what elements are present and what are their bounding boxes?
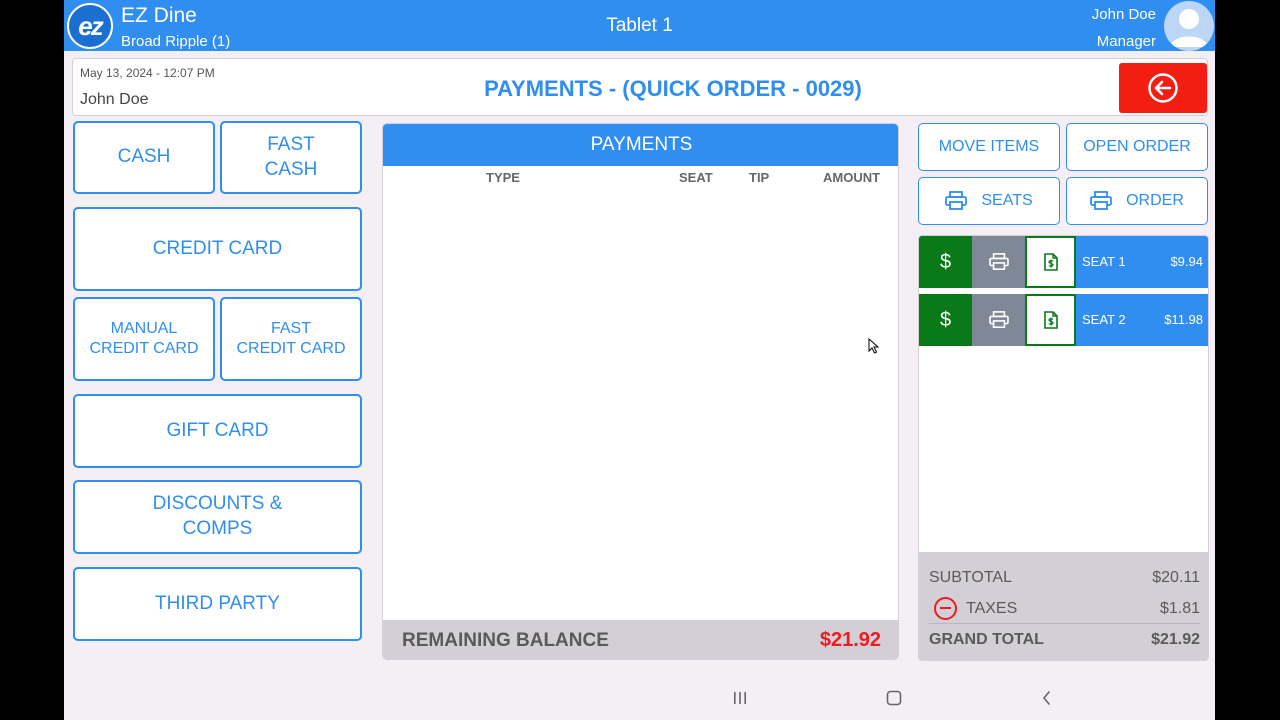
pay-seat-button[interactable]: $ xyxy=(919,294,972,346)
grand-total-label: GRAND TOTAL xyxy=(929,631,1044,648)
column-tip: TIP xyxy=(749,170,770,185)
print-order-label: ORDER xyxy=(1126,192,1184,209)
printer-icon xyxy=(945,191,968,210)
seat-amount: $11.98 xyxy=(1164,312,1203,327)
seats-panel: $ SEAT 1 $9.94 $ SEAT 2 $11.98 SUBTOTAL … xyxy=(918,235,1209,661)
column-amount: AMOUNT xyxy=(823,170,881,185)
remove-taxes-icon[interactable] xyxy=(934,597,957,620)
recents-icon xyxy=(734,692,746,704)
open-order-button[interactable]: OPEN ORDER xyxy=(1066,123,1208,171)
move-items-label: MOVE ITEMS xyxy=(938,138,1040,155)
manual-credit-card-button[interactable]: MANUAL CREDIT CARD xyxy=(73,297,215,381)
open-order-label: OPEN ORDER xyxy=(1083,138,1191,155)
seat-row[interactable]: $ SEAT 2 $11.98 xyxy=(919,294,1208,346)
order-header: May 13, 2024 - 12:07 PM John Doe PAYMENT… xyxy=(72,58,1208,116)
pos-screen: ez EZ Dine Broad Ripple (1) Tablet 1 Joh… xyxy=(64,0,1215,720)
discounts-comps-button[interactable]: DISCOUNTS & COMPS xyxy=(73,480,362,554)
move-items-button[interactable]: MOVE ITEMS xyxy=(918,123,1060,171)
remaining-balance-bar: REMAINING BALANCE $21.92 xyxy=(383,620,898,659)
gift-card-button[interactable]: GIFT CARD xyxy=(73,394,362,468)
payments-panel-title: PAYMENTS xyxy=(383,124,898,166)
seat-row[interactable]: $ SEAT 1 $9.94 xyxy=(919,236,1208,288)
fast-cash-button[interactable]: FAST CASH xyxy=(220,121,362,194)
nav-back-button[interactable] xyxy=(1017,676,1077,720)
pay-seat-button[interactable]: $ xyxy=(919,236,972,288)
payments-panel: PAYMENTS TYPE SEAT TIP AMOUNT REMAINING … xyxy=(382,123,899,660)
nav-back-icon xyxy=(1043,691,1050,705)
receipt-dollar-icon xyxy=(1043,311,1058,329)
third-party-button[interactable]: THIRD PARTY xyxy=(73,567,362,641)
page-title: PAYMENTS - (QUICK ORDER - 0029) xyxy=(484,76,862,101)
column-type: TYPE xyxy=(486,170,520,185)
seat-amount: $9.94 xyxy=(1170,254,1203,269)
totals-divider xyxy=(929,623,1200,624)
printer-icon xyxy=(988,311,1009,329)
user-role: Manager xyxy=(1096,33,1156,50)
avatar-icon[interactable] xyxy=(1164,1,1214,51)
taxes-value: $1.81 xyxy=(1159,600,1200,617)
fast-credit-card-button[interactable]: FAST CREDIT CARD xyxy=(220,297,362,381)
arrow-left-circle-icon xyxy=(1148,73,1178,103)
seat-label: SEAT 2 xyxy=(1082,312,1126,327)
home-icon xyxy=(886,690,902,706)
credit-card-button[interactable]: CREDIT CARD xyxy=(73,207,362,291)
system-nav-bar xyxy=(64,676,1215,720)
print-seats-label: SEATS xyxy=(981,192,1033,209)
subtotal-value: $20.11 xyxy=(1152,569,1200,586)
remaining-balance-label: REMAINING BALANCE xyxy=(402,630,609,651)
subtotal-label: SUBTOTAL xyxy=(929,569,1012,586)
print-seat-button[interactable] xyxy=(972,294,1025,346)
home-button[interactable] xyxy=(864,676,924,720)
recents-button[interactable] xyxy=(710,676,770,720)
seat-receipt-button[interactable] xyxy=(1025,294,1076,346)
remaining-balance-value: $21.92 xyxy=(819,629,881,651)
print-seats-button[interactable]: SEATS xyxy=(918,177,1060,225)
mouse-cursor-icon xyxy=(868,338,880,354)
back-button[interactable] xyxy=(1119,63,1207,113)
column-seat: SEAT xyxy=(679,170,713,185)
taxes-label: TAXES xyxy=(966,600,1018,617)
print-seat-button[interactable] xyxy=(972,236,1025,288)
receipt-dollar-icon xyxy=(1043,253,1058,271)
user-name: John Doe xyxy=(1091,6,1156,23)
totals-panel: SUBTOTAL $20.11 TAXES $1.81 GRAND TOTAL … xyxy=(919,552,1208,660)
cash-button[interactable]: CASH xyxy=(73,121,215,194)
device-name: Tablet 1 xyxy=(606,15,673,36)
printer-icon xyxy=(1090,191,1113,210)
grand-total-value: $21.92 xyxy=(1151,631,1200,648)
seat-receipt-button[interactable] xyxy=(1025,236,1076,288)
seat-label: SEAT 1 xyxy=(1082,254,1126,269)
print-order-button[interactable]: ORDER xyxy=(1066,177,1208,225)
printer-icon xyxy=(988,253,1009,271)
top-bar: ez EZ Dine Broad Ripple (1) Tablet 1 Joh… xyxy=(64,0,1215,51)
